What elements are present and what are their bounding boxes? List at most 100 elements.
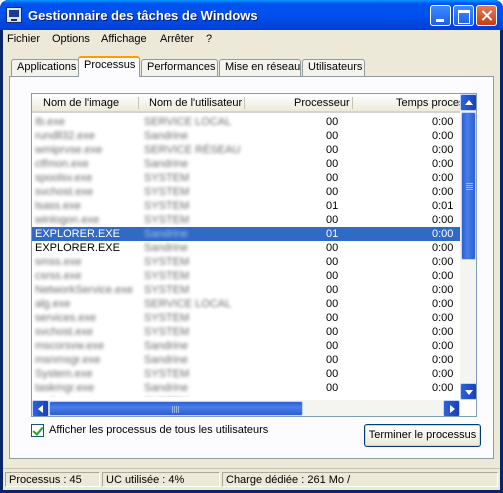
cpu-cell: 00 <box>326 242 339 254</box>
tab-utilisateurs[interactable]: Utilisateurs <box>302 59 365 77</box>
table-row[interactable]: NetworkService.exe SYSTEM 00 0:00 <box>32 283 460 297</box>
arrow-right-icon <box>450 405 455 413</box>
show-all-users-label[interactable]: Afficher les processus de tous les utili… <box>49 424 268 436</box>
grip-line <box>174 406 175 413</box>
image-name-cell: System.exe <box>35 368 93 380</box>
cpu-time-cell: 0:00 <box>432 368 454 380</box>
menu-arreter[interactable]: Arrêter <box>160 33 194 45</box>
scroll-left-button[interactable] <box>32 400 49 416</box>
menu-help[interactable]: ? <box>206 33 212 45</box>
status-bar: Processus : 45 UC utilisée : 4% Charge d… <box>3 468 500 488</box>
user-name-cell: SYSTEM <box>144 172 190 184</box>
table-row[interactable]: Ib.exe SERVICE LOCAL 00 0:00 <box>32 115 460 129</box>
user-name-cell: SYSTEM <box>144 200 190 212</box>
vertical-scrollbar[interactable] <box>460 94 476 400</box>
user-name-cell: SERVICE RÉSEAU <box>144 144 241 156</box>
table-row[interactable]: EXPLORER.EXE Sandrine 01 0:00 <box>32 227 460 241</box>
grip-line <box>466 185 473 186</box>
table-row[interactable]: ctfmon.exe Sandrine 00 0:00 <box>32 157 460 171</box>
column-separator[interactable] <box>352 97 353 109</box>
table-row[interactable]: lsass.exe SYSTEM 01 0:01 <box>32 199 460 213</box>
image-name-cell: rundll32.exe <box>35 130 95 142</box>
table-row[interactable]: alg.exe SERVICE LOCAL 00 0:00 <box>32 297 460 311</box>
end-process-button[interactable]: Terminer le processus <box>364 424 481 447</box>
user-name-cell: Sandrine <box>144 242 189 254</box>
task-manager-window: Gestionnaire des tâches de Windows Fichi… <box>0 0 503 493</box>
tab-applications[interactable]: Applications <box>11 59 79 77</box>
table-row[interactable]: svchost.exe SYSTEM 00 0:00 <box>32 185 460 199</box>
table-row[interactable]: smss.exe SYSTEM 00 0:00 <box>32 255 460 269</box>
column-header-user-name[interactable]: Nom de l'utilisateur <box>149 97 242 109</box>
user-name-cell: SERVICE LOCAL <box>144 298 232 310</box>
cpu-time-cell: 0:00 <box>432 396 453 397</box>
user-name-cell: SYSTEM <box>144 270 190 282</box>
user-name-cell: SYSTEM <box>144 326 190 338</box>
scroll-right-button[interactable] <box>443 400 460 416</box>
cpu-cell: 00 <box>326 396 346 397</box>
maximize-button[interactable] <box>453 5 474 26</box>
cpu-cell: 00 <box>326 270 339 282</box>
horizontal-scroll-thumb[interactable] <box>49 401 303 416</box>
image-name-cell: NetworkService.exe <box>35 284 133 296</box>
image-name-cell: lsass.exe <box>35 200 81 212</box>
table-row[interactable]: svchost.exe SYSTEM 00 0:00 <box>32 325 460 339</box>
cpu-time-cell: 0:00 <box>432 312 454 324</box>
menu-options[interactable]: Options <box>52 33 90 45</box>
status-commit-charge: Charge dédiée : 261 Mo / <box>222 472 498 487</box>
table-row[interactable]: services.exe SYSTEM 00 0:00 <box>32 311 460 325</box>
table-row[interactable]: EXPLORER.EXE Sandrine 00 0:00 <box>32 241 460 255</box>
menu-fichier[interactable]: Fichier <box>7 33 40 45</box>
status-process-count: Processus : 45 <box>5 472 100 487</box>
image-name-cell: taskmgr.exe <box>35 382 95 394</box>
title-bar[interactable]: Gestionnaire des tâches de Windows <box>0 0 503 30</box>
menu-affichage[interactable]: Affichage <box>101 33 147 45</box>
user-name-cell: SYSTEM <box>144 186 190 198</box>
user-name-cell: Sandrine <box>144 382 189 394</box>
image-name-cell: csrss.exe <box>35 270 82 282</box>
image-name-cell: smss.exe <box>35 256 82 268</box>
table-row[interactable]: mscorsvw.exe Sandrine 00 0:00 <box>32 339 460 353</box>
column-separator[interactable] <box>138 97 139 109</box>
table-row[interactable]: msnmsgr.exe Sandrine 00 0:00 <box>32 353 460 367</box>
scroll-up-button[interactable] <box>460 94 476 111</box>
tab-mise-en-reseau[interactable]: Mise en réseau <box>219 59 301 77</box>
column-header-image-name[interactable]: Nom de l'image <box>43 97 119 109</box>
column-header-cpu[interactable]: Processeur <box>294 97 350 109</box>
column-separator[interactable] <box>244 97 245 109</box>
list-header: Nom de l'image Nom de l'utilisateur Proc… <box>32 94 470 113</box>
table-row[interactable]: svchost.exe SYSTEM 00 0:00 <box>32 395 460 397</box>
process-list[interactable]: Nom de l'image Nom de l'utilisateur Proc… <box>31 93 477 417</box>
image-name-cell: EXPLORER.EXE <box>35 242 120 254</box>
scroll-down-button[interactable] <box>460 383 476 400</box>
tab-performances[interactable]: Performances <box>141 59 218 77</box>
show-all-users-checkbox[interactable] <box>31 424 44 437</box>
close-button[interactable] <box>476 5 497 26</box>
cpu-time-cell: 0:00 <box>432 270 454 282</box>
cpu-time-cell: 0:00 <box>432 340 454 352</box>
user-name-cell: SERVICE LOCAL <box>144 116 232 128</box>
tab-processus[interactable]: Processus <box>78 56 140 77</box>
table-row[interactable]: taskmgr.exe Sandrine 00 0:00 <box>32 381 460 395</box>
horizontal-scrollbar[interactable] <box>32 400 460 416</box>
minimize-button[interactable] <box>430 5 451 26</box>
process-rows: Ib.exe SERVICE LOCAL 00 0:00 rundll32.exe San… <box>32 115 460 397</box>
table-row[interactable]: spoolsv.exe SYSTEM 00 0:00 <box>32 171 460 185</box>
vertical-scroll-thumb[interactable] <box>461 112 476 260</box>
cpu-time-cell: 0:00 <box>432 116 454 128</box>
cpu-cell: 00 <box>326 312 339 324</box>
window-title: Gestionnaire des tâches de Windows <box>28 8 258 23</box>
table-row[interactable]: System.exe SYSTEM 00 0:00 <box>32 367 460 381</box>
table-row[interactable]: csrss.exe SYSTEM 00 0:00 <box>32 269 460 283</box>
image-name-cell: services.exe <box>35 312 97 324</box>
table-row[interactable]: wmiprvse.exe SERVICE RÉSEAU 00 0:00 <box>32 143 460 157</box>
table-row[interactable]: winlogon.exe SYSTEM 00 0:00 <box>32 213 460 227</box>
user-name-cell: Sandrine <box>144 354 189 366</box>
tab-strip: Applications Processus Performances Mise… <box>3 56 500 77</box>
table-row[interactable]: rundll32.exe Sandrine 00 0:00 <box>32 129 460 143</box>
cpu-time-cell: 0:00 <box>432 354 454 366</box>
image-name-cell: wmiprvse.exe <box>35 144 103 156</box>
cpu-time-cell: 0:01 <box>432 200 454 212</box>
cpu-time-cell: 0:00 <box>432 256 454 268</box>
cpu-time-cell: 0:00 <box>432 298 454 310</box>
column-header-cpu-time[interactable]: Temps process <box>396 97 470 109</box>
